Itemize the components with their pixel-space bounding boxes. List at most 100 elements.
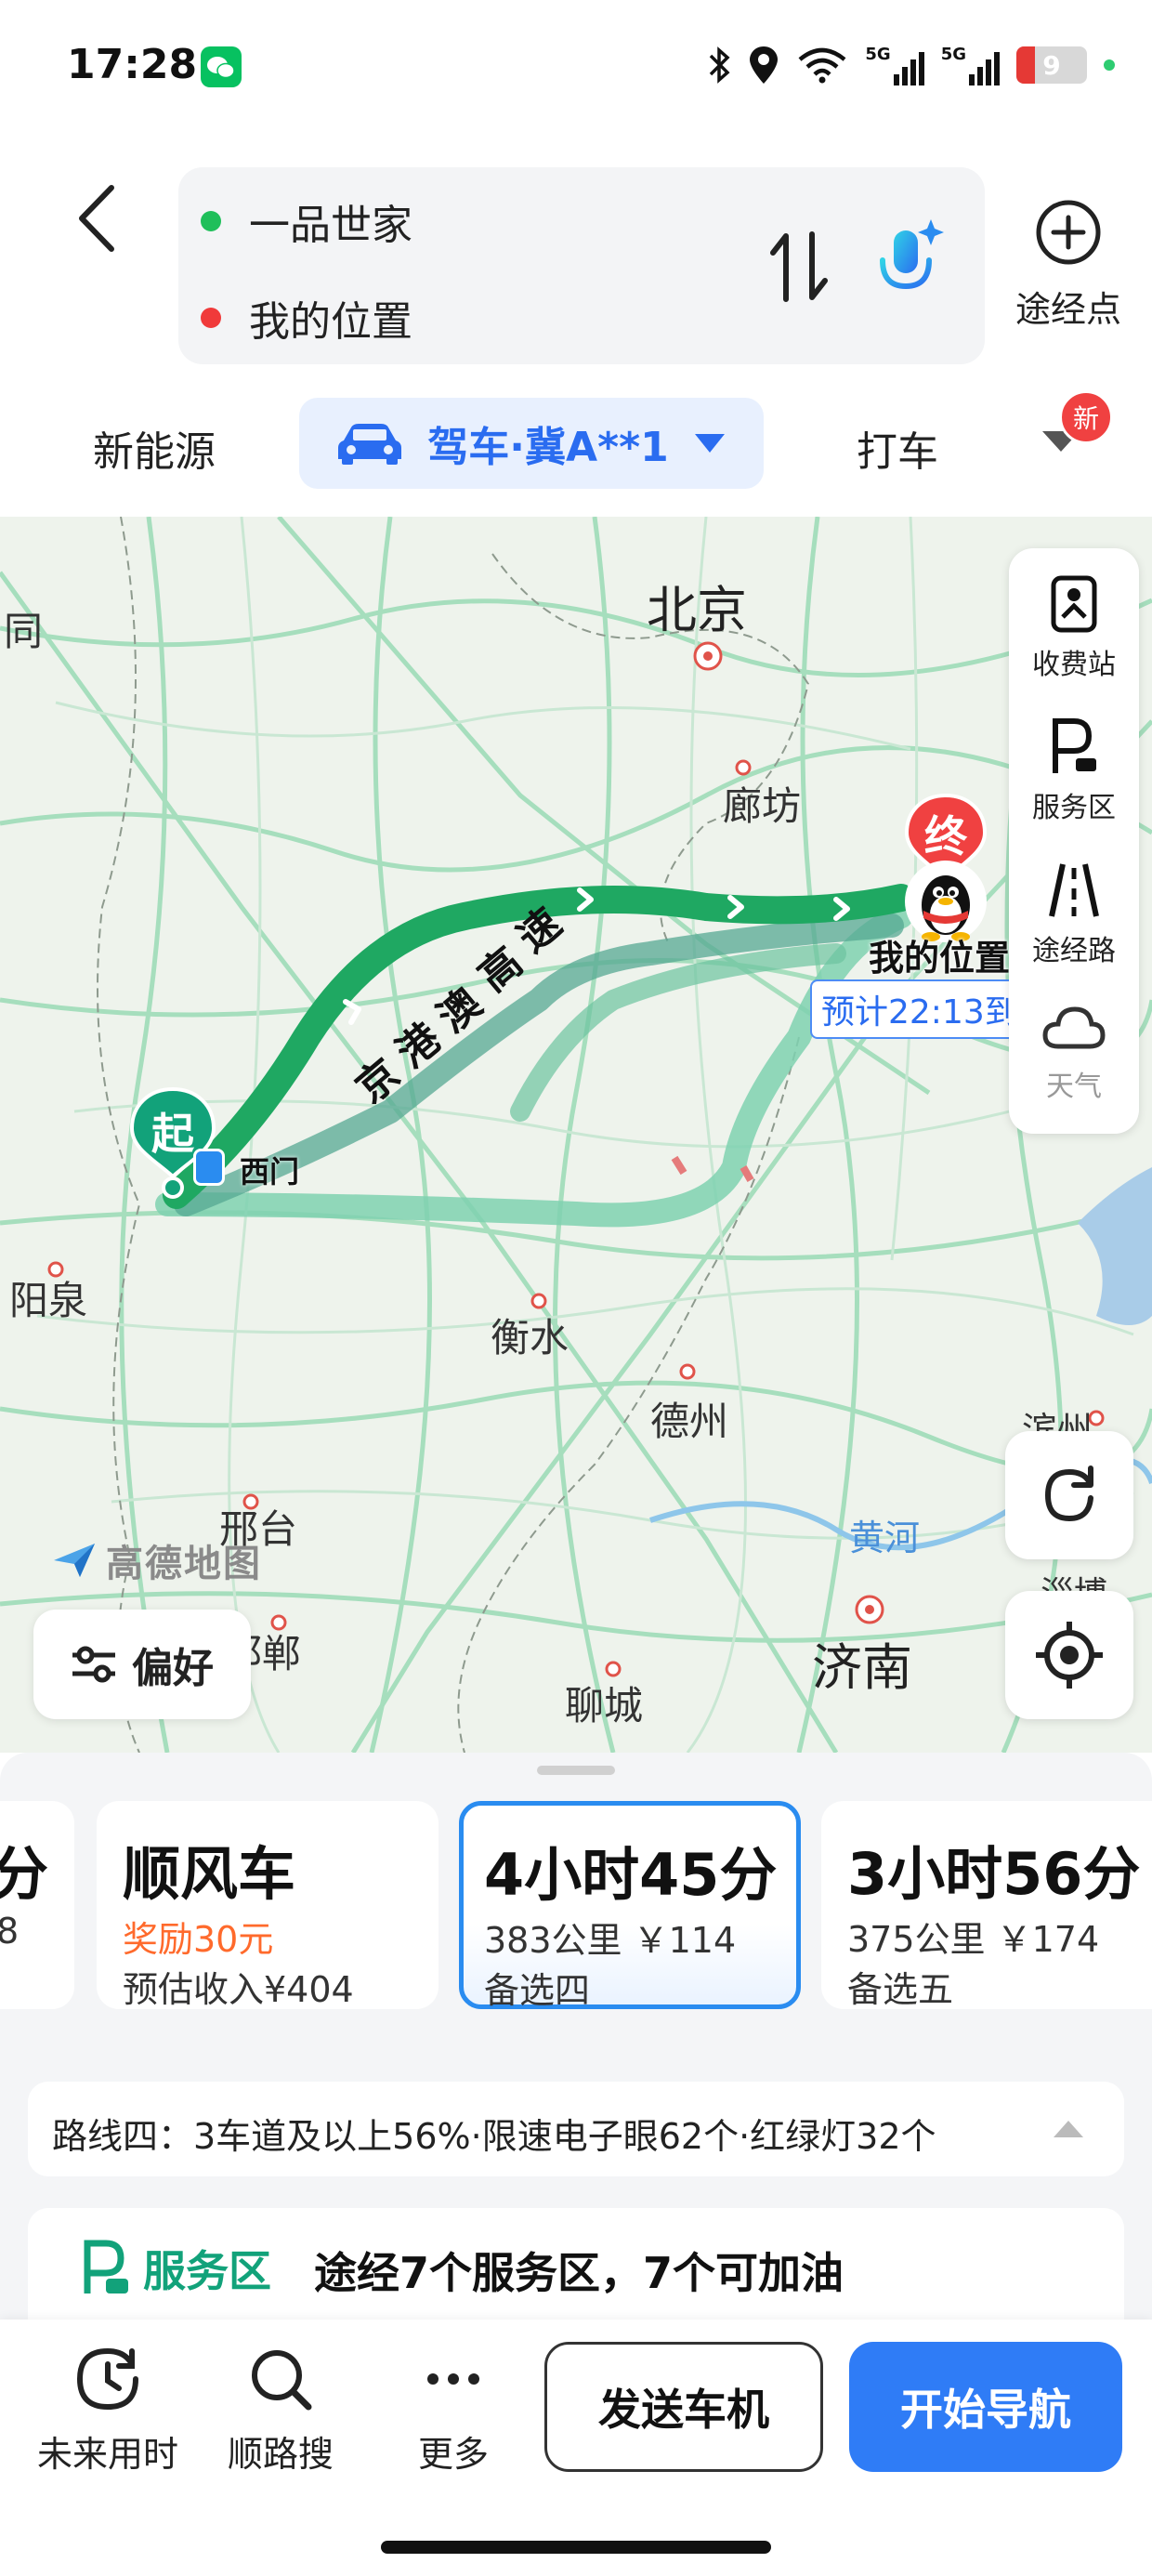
route-cards: 分 8 顺风车 奖励30元 预估收入¥404 4小时45分 383公里 ￥114…: [0, 1801, 1152, 2011]
destination-field[interactable]: 我的位置: [201, 290, 412, 346]
battery-level: 9: [1042, 49, 1061, 81]
service-area-button[interactable]: 服务区: [1009, 717, 1139, 825]
tab-new-energy[interactable]: 新能源: [93, 418, 216, 478]
weather-button[interactable]: 天气: [1009, 1004, 1139, 1104]
route-card-title: 分: [0, 1840, 49, 1908]
more-label: 更多: [417, 2434, 489, 2475]
city-label: 聊城: [565, 1683, 644, 1728]
preference-button[interactable]: 偏好: [33, 1610, 251, 1719]
city-label: 北京: [647, 581, 747, 639]
waypoint-label: 途经点: [1015, 289, 1121, 330]
end-place-label: 我的位置: [869, 938, 1011, 979]
city-label: 廊坊: [723, 783, 802, 829]
route-card-sub1: 383公里 ￥114: [484, 1920, 737, 1961]
parking-icon: [84, 2240, 128, 2293]
service-area-row[interactable]: 服务区 途经7个服务区，7个可加油: [28, 2208, 1124, 2320]
route-input-box: 一品世家 我的位置: [178, 167, 985, 364]
city-label: 同: [4, 609, 44, 654]
locate-icon: [1036, 1622, 1103, 1689]
route-card-title: 3小时56分: [847, 1840, 1141, 1908]
start-marker-icon: [193, 1149, 225, 1186]
search-icon: [252, 2350, 312, 2411]
chevron-up-icon: [1054, 2121, 1083, 2137]
battery-icon: 9: [1016, 46, 1087, 84]
route-card-sub2: 预估收入¥404: [123, 1969, 354, 2010]
status-time: 17:28: [67, 41, 198, 88]
tab-drive[interactable]: 驾车·冀A**1: [299, 398, 764, 489]
tab-taxi[interactable]: 打车: [857, 418, 938, 478]
route-card-selected[interactable]: 4小时45分 383公里 ￥114 备选四: [459, 1801, 801, 2011]
route-info-bar[interactable]: 路线四：3车道及以上56%·限速电子眼62个·红绿灯32个: [28, 2082, 1124, 2176]
map-view[interactable]: 同 北京 廊坊 阳泉 衡水 德州 邢台 邯郸 聊城 济南 黄河 滨州 淄博 京 …: [0, 517, 1152, 1753]
back-arrow-icon: [79, 185, 114, 252]
map-layer-panel: 收费站 服务区 途经路 天气: [1009, 548, 1139, 1134]
wifi-icon: [798, 47, 846, 84]
service-desc: 途经7个服务区，7个可加油: [314, 2248, 844, 2298]
bottom-action-bar: 未来用时 顺路搜 更多 发送车机 开始导航: [0, 2320, 1152, 2576]
back-button[interactable]: [65, 177, 130, 260]
more-dots-icon: [427, 2373, 479, 2385]
service-badge-label: 服务区: [143, 2246, 271, 2296]
bluetooth-icon: [710, 46, 730, 84]
origin-field[interactable]: 一品世家: [201, 193, 412, 249]
via-road-button[interactable]: 途经路: [1009, 861, 1139, 968]
along-route-search-button[interactable]: 顺路搜: [197, 2342, 364, 2477]
destination-dot: [201, 308, 221, 328]
origin-text: 一品世家: [249, 202, 412, 249]
route-card[interactable]: 顺风车 奖励30元 预估收入¥404: [97, 1801, 439, 2010]
plus-circle-icon: [1036, 200, 1101, 265]
refresh-button[interactable]: [1005, 1431, 1133, 1559]
voice-mic-icon[interactable]: [866, 212, 949, 314]
route-card[interactable]: 分 8: [0, 1801, 74, 2009]
start-navigation-button[interactable]: 开始导航: [849, 2342, 1122, 2472]
network-2-label: 5G: [940, 45, 966, 64]
location-icon: [750, 46, 779, 84]
toll-station-button[interactable]: 收费站: [1009, 574, 1139, 682]
status-icons: 5G 5G 9: [707, 37, 1115, 93]
amap-logo: 高德地图: [52, 1533, 262, 1587]
amap-logo-text: 高德地图: [106, 1543, 262, 1585]
send-to-car-button[interactable]: 发送车机: [544, 2342, 823, 2472]
privacy-dot: [1104, 59, 1115, 71]
travel-mode-tabs: 新能源 驾车·冀A**1 打车 新: [0, 390, 1152, 493]
toll-icon: [1051, 575, 1097, 633]
drag-handle[interactable]: [537, 1766, 615, 1775]
route-card-sub2: 备选四: [484, 1970, 591, 2011]
eta-label: 预计22:13到: [810, 979, 1029, 1039]
new-badge: 新: [1059, 390, 1113, 444]
road-icon: [1049, 863, 1099, 917]
via-road-label: 途经路: [1032, 935, 1116, 967]
service-label: 服务区: [1032, 792, 1116, 824]
weather-label: 天气: [1046, 1071, 1102, 1103]
route-info-text: 路线四：3车道及以上56%·限速电子眼62个·红绿灯32个: [52, 2116, 936, 2157]
signal-icon: 5G: [865, 45, 924, 85]
route-card-sub1: 奖励30元: [123, 1919, 274, 1960]
route-card-title: 顺风车: [123, 1840, 296, 1908]
more-button[interactable]: 更多: [370, 2342, 537, 2477]
chevron-down-icon: [694, 434, 725, 453]
refresh-icon: [1044, 1465, 1093, 1522]
signal-icon: 5G: [941, 45, 1000, 85]
end-pin-label: 终: [924, 811, 967, 861]
start-place-label: 西门: [240, 1154, 300, 1189]
preference-label: 偏好: [132, 1645, 214, 1692]
future-time-label: 未来用时: [36, 2434, 178, 2475]
origin-dot: [201, 211, 221, 231]
service-badge: 服务区: [80, 2238, 271, 2299]
amap-arrow-icon: [54, 1544, 95, 1577]
add-waypoint-button[interactable]: 途经点: [1003, 195, 1133, 335]
route-card-sub1: 375公里 ￥174: [847, 1919, 1100, 1960]
future-time-button[interactable]: 未来用时: [24, 2342, 191, 2477]
along-route-search-label: 顺路搜: [227, 2434, 334, 2475]
wechat-icon: [201, 46, 242, 87]
sliders-icon: [72, 1646, 115, 1683]
car-icon: [338, 424, 402, 465]
network-1-label: 5G: [865, 45, 891, 64]
route-card-title: 4小时45分: [484, 1841, 778, 1909]
toll-label: 收费站: [1032, 649, 1116, 681]
swap-icon[interactable]: [762, 225, 836, 309]
parking-icon: [1053, 718, 1096, 773]
city-label: 阳泉: [9, 1278, 88, 1323]
locate-me-button[interactable]: [1005, 1591, 1133, 1719]
route-card[interactable]: 3小时56分 375公里 ￥174 备选五: [821, 1801, 1152, 2010]
